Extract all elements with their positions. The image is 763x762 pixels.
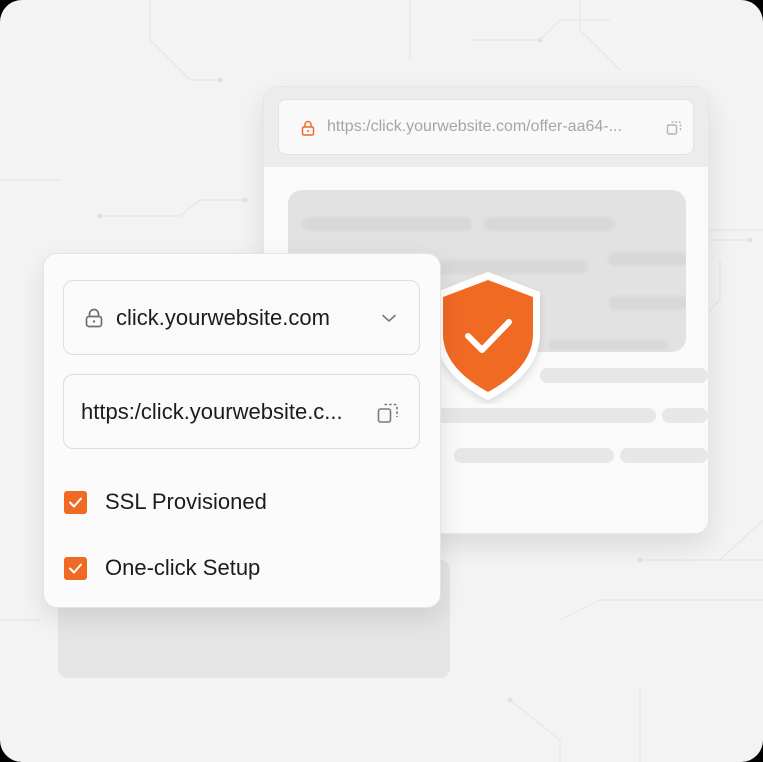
url-field[interactable]: https:/click.yourwebsite.c... [63,374,420,449]
shield-check-icon [436,272,540,400]
url-field-value: https:/click.yourwebsite.c... [81,399,343,424]
content-placeholder-line [662,408,708,423]
domain-settings-panel: click.yourwebsite.com https:/click.yourw… [43,253,441,608]
copy-icon[interactable] [665,119,683,137]
ssl-provisioned-checkbox[interactable] [64,491,87,514]
illustration-canvas: https:/click.yourwebsite.com/offer-aa64-… [0,0,763,762]
content-placeholder-line [540,368,708,383]
checkmark-icon [69,497,82,508]
ssl-provisioned-label: SSL Provisioned [105,489,267,514]
browser-toolbar: https:/click.yourwebsite.com/offer-aa64-… [264,87,708,167]
address-url: https:/click.yourwebsite.com/offer-aa64-… [327,118,622,135]
content-placeholder-line [620,448,708,463]
chevron-down-icon[interactable] [380,309,398,327]
checkmark-icon [69,563,82,574]
address-bar[interactable]: https:/click.yourwebsite.com/offer-aa64-… [278,99,694,155]
lock-icon [85,308,103,328]
one-click-setup-checkbox[interactable] [64,557,87,580]
content-placeholder-line [432,408,656,423]
domain-select-value: click.yourwebsite.com [116,305,330,330]
one-click-setup-label: One-click Setup [105,555,261,580]
lock-icon [301,120,315,136]
content-placeholder-line [454,448,614,463]
copy-icon[interactable] [376,401,400,425]
domain-select[interactable]: click.yourwebsite.com [63,280,420,355]
